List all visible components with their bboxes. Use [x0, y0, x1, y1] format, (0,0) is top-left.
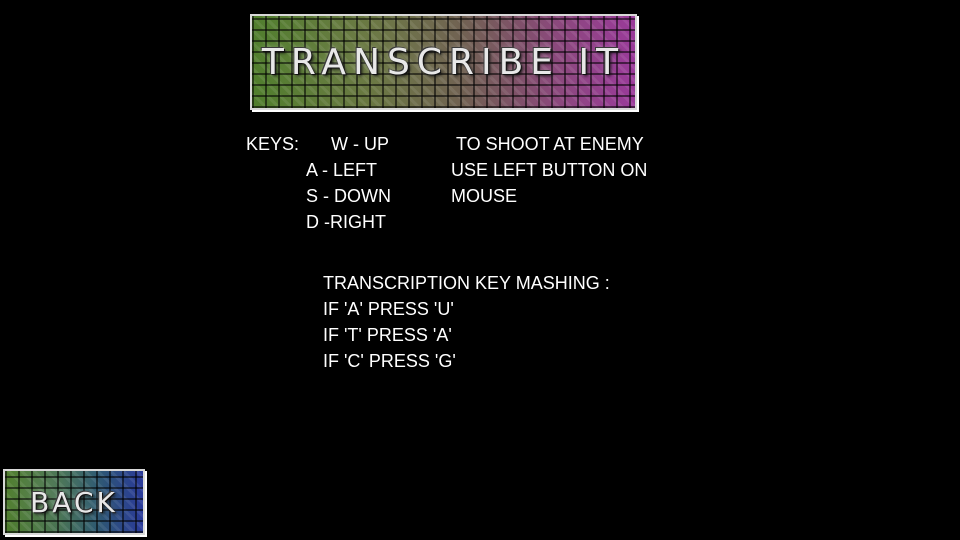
- key-mashing-rule: IF 'T' PRESS 'A': [323, 325, 452, 345]
- key-s-down: S - DOWN: [306, 186, 391, 206]
- key-mashing-heading: TRANSCRIPTION KEY MASHING :: [323, 273, 610, 293]
- key-d-right: D -RIGHT: [306, 212, 386, 232]
- back-button[interactable]: BACK: [3, 469, 145, 535]
- key-mashing-rule: IF 'C' PRESS 'G': [323, 351, 456, 371]
- key-mashing-rule: IF 'A' PRESS 'U': [323, 299, 454, 319]
- game-title: TRANSCRIBE IT: [261, 41, 626, 83]
- shoot-instruction-line: TO SHOOT AT ENEMY: [456, 134, 644, 154]
- key-a-left: A - LEFT: [306, 160, 378, 180]
- shoot-instruction-line: MOUSE: [451, 186, 518, 206]
- title-banner: TRANSCRIBE IT: [250, 14, 637, 110]
- back-button-label: BACK: [30, 485, 118, 519]
- key-w-up: W - UP: [331, 134, 389, 154]
- instructions-screen: TRANSCRIBE IT KEYS: W - UP A - LEFT S - …: [0, 0, 960, 540]
- shoot-instruction-line: USE LEFT BUTTON ON: [451, 160, 648, 180]
- keys-heading: KEYS:: [246, 134, 300, 154]
